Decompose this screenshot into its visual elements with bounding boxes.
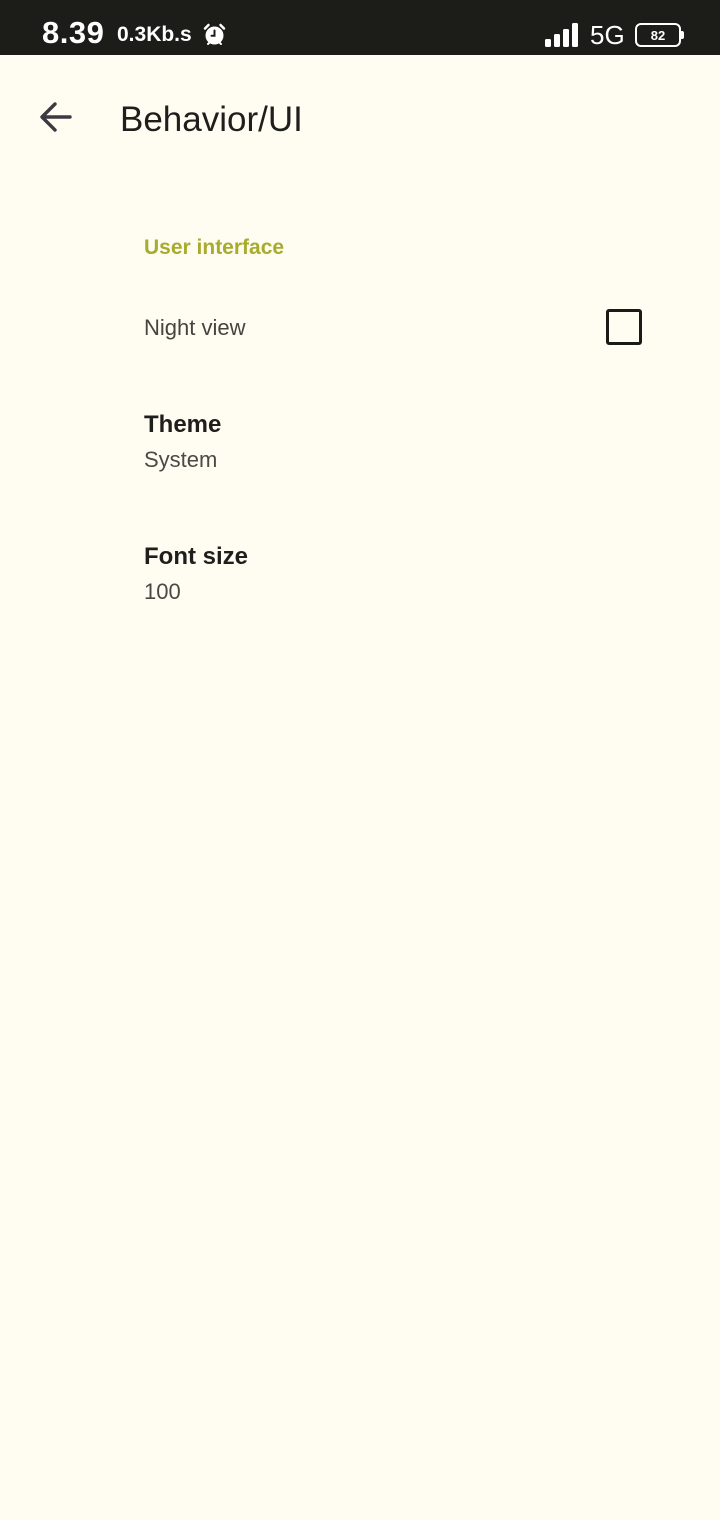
theme-value: System [144,447,218,472]
signal-bars-icon [544,23,582,47]
status-time: 8.39 [42,15,105,50]
theme-setting[interactable]: Theme System [0,392,720,502]
night-view-checkbox[interactable] [606,309,642,345]
theme-title: Theme [144,411,222,438]
status-net-speed: 0.3Kb.s [117,23,192,46]
night-view-setting[interactable]: Night view [0,280,720,376]
status-bar: 8.39 0.3Kb.s 5G 82 [0,0,720,55]
arrow-left-icon [38,99,74,140]
night-view-label: Night view [144,315,246,340]
font-size-value: 100 [144,579,181,604]
font-size-title: Font size [144,543,249,570]
font-size-setting[interactable]: Font size 100 [0,524,720,634]
section-header-user-interface: User interface [144,236,285,259]
back-button[interactable] [24,87,88,151]
app-bar: Behavior/UI [0,55,720,185]
network-type: 5G [590,20,625,50]
page-title: Behavior/UI [120,100,303,139]
battery-level: 82 [650,27,666,43]
battery-icon: 82 [635,23,685,47]
alarm-clock-icon [202,22,227,47]
